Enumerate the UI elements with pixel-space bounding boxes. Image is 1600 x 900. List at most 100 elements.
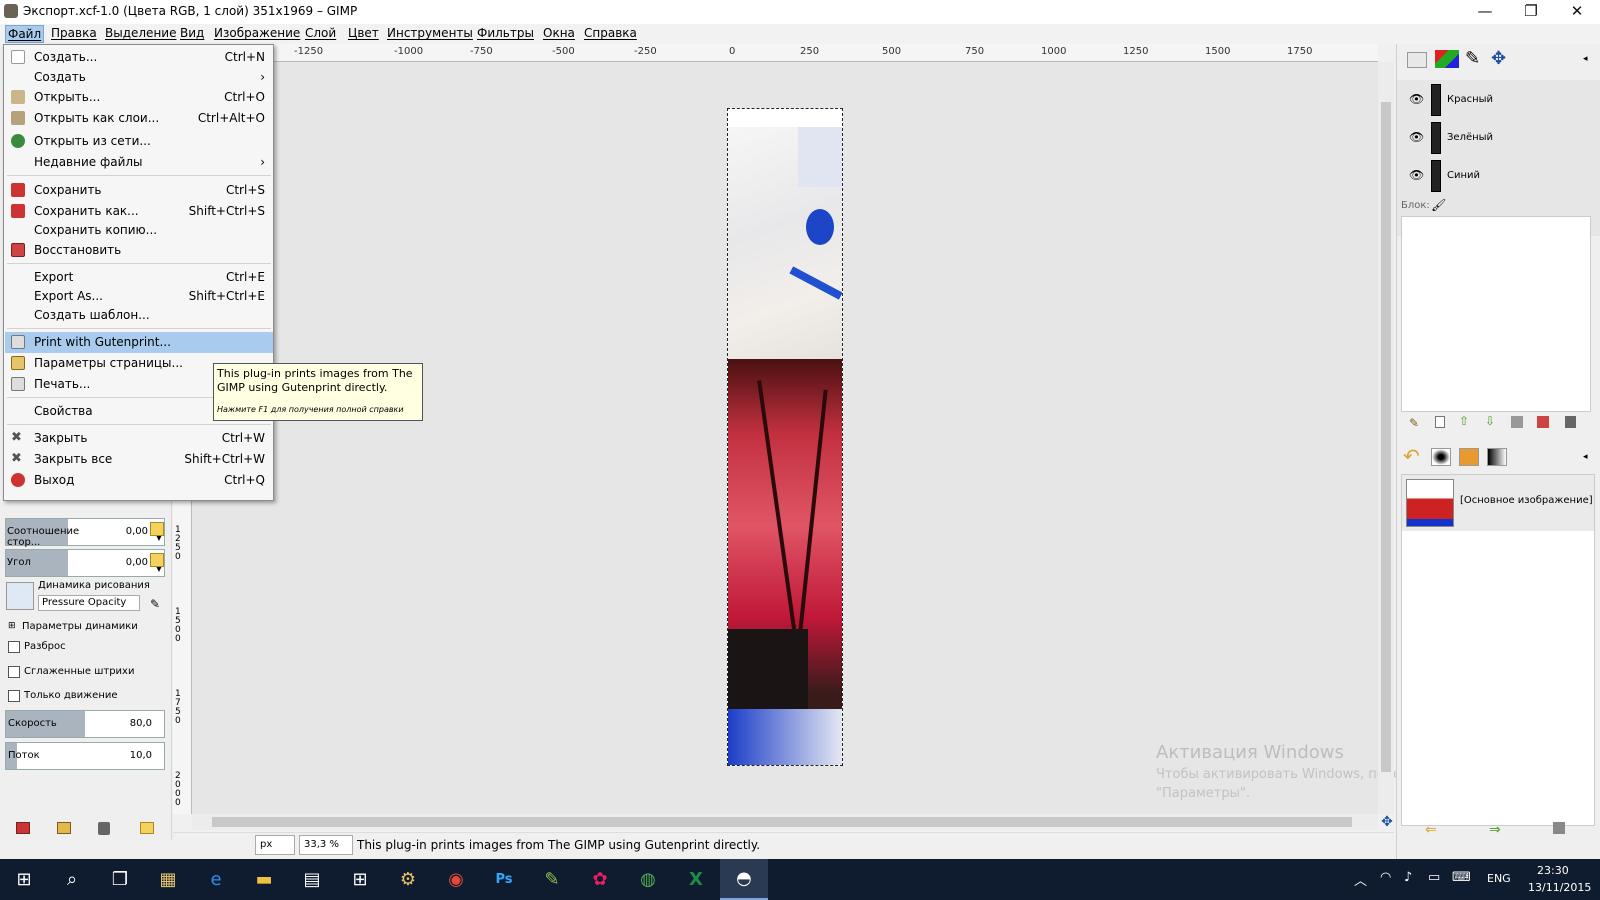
flow-slider[interactable]: Поток 10,0 — [5, 742, 165, 770]
language-indicator[interactable]: ENG — [1487, 872, 1511, 885]
gradients-tab-icon[interactable] — [1487, 448, 1507, 466]
menu-item-create-template[interactable]: Создать шаблон... — [5, 305, 273, 326]
channel-row-blue[interactable]: 👁 Синий — [1397, 158, 1600, 194]
menu-view[interactable]: Вид — [178, 25, 206, 43]
save-options-icon[interactable] — [16, 822, 30, 834]
horizontal-ruler[interactable]: -1250 -1000 -750 -500 -250 0 250 500 750… — [192, 44, 1378, 62]
menu-item-close[interactable]: ✖ Закрыть Ctrl+W — [5, 428, 273, 449]
clock-time[interactable]: 23:30 — [1537, 864, 1569, 877]
menu-item-print-gutenprint[interactable]: Print with Gutenprint... — [5, 332, 273, 353]
excel-icon[interactable]: X — [672, 859, 720, 900]
new-channel-icon[interactable] — [1435, 416, 1445, 428]
angle-field[interactable]: Угол 0,00 ▲▼ — [5, 549, 165, 577]
channels-tab-icon[interactable] — [1435, 50, 1459, 68]
eye-icon[interactable]: 👁 — [1409, 92, 1424, 106]
edge-browser-icon[interactable]: e — [192, 859, 240, 900]
volume-icon[interactable]: ♪ — [1404, 870, 1412, 885]
channel-to-selection-icon[interactable] — [1537, 416, 1549, 428]
scatter-checkbox[interactable] — [8, 641, 20, 653]
vertical-scroll-thumb[interactable] — [1381, 102, 1391, 772]
menu-select[interactable]: Выделение — [103, 25, 178, 43]
duplicate-channel-icon[interactable] — [1511, 416, 1523, 428]
menu-item-open[interactable]: Открыть... Ctrl+O — [5, 87, 273, 108]
settings-gear-icon[interactable]: ⚙ — [384, 859, 432, 900]
horizontal-scrollbar[interactable] — [192, 814, 1378, 830]
zoom-select[interactable]: 33,3 % — [299, 835, 353, 855]
menu-item-export[interactable]: Export Ctrl+E — [5, 267, 273, 288]
patterns-tab-icon[interactable] — [1459, 448, 1479, 466]
menu-windows[interactable]: Окна — [541, 25, 577, 43]
dock-menu-icon[interactable]: ◂ — [1583, 452, 1588, 462]
channel-row-red[interactable]: 👁 Красный — [1397, 82, 1600, 118]
undo-icon[interactable]: ⇐ — [1425, 822, 1437, 838]
channel-row-green[interactable]: 👁 Зелёный — [1397, 120, 1600, 156]
inkscape-icon[interactable]: ✎ — [528, 859, 576, 900]
chain-link-icon[interactable] — [150, 522, 164, 536]
gimp-taskbar-icon[interactable]: ◓ — [720, 859, 768, 900]
dynamics-select[interactable]: Pressure Opacity — [38, 595, 140, 611]
lock-pixels-icon[interactable]: 🖌 — [1431, 198, 1446, 212]
image-canvas[interactable]: Активация Windows Чтобы активировать Win… — [192, 62, 1507, 814]
menu-image[interactable]: Изображение — [212, 25, 302, 43]
menu-layer[interactable]: Слой — [303, 25, 338, 43]
dock-menu-icon[interactable]: ◂ — [1583, 54, 1588, 64]
menu-item-revert[interactable]: Восстановить — [5, 240, 273, 261]
unit-select[interactable]: px — [255, 835, 295, 855]
maximize-button[interactable]: ❐ — [1508, 0, 1554, 24]
eye-icon[interactable]: 👁 — [1409, 168, 1424, 182]
show-hidden-icons[interactable]: ︿ — [1354, 870, 1367, 889]
butterfly-image[interactable] — [727, 108, 843, 766]
menu-item-new[interactable]: Создать... Ctrl+N — [5, 47, 273, 68]
paths-tab-icon[interactable]: ✎ — [1465, 48, 1480, 69]
menu-item-quit[interactable]: Выход Ctrl+Q — [5, 470, 273, 491]
delete-channel-icon[interactable] — [1565, 416, 1576, 428]
notifications-icon[interactable]: ▭ — [1428, 870, 1440, 885]
search-icon[interactable]: ⌕ — [48, 859, 96, 900]
dynamics-params-expander[interactable]: Параметры динамики — [22, 621, 138, 632]
edit-dynamics-icon[interactable]: ✎ — [150, 597, 160, 611]
lower-channel-icon[interactable]: ⇩ — [1485, 414, 1495, 428]
reset-angle-icon[interactable] — [150, 553, 164, 567]
menu-colors[interactable]: Цвет — [346, 25, 381, 43]
restore-options-icon[interactable] — [57, 822, 71, 834]
store-icon[interactable]: ⊞ — [336, 859, 384, 900]
menu-edit[interactable]: Правка — [49, 25, 99, 43]
menu-item-create[interactable]: Создать › — [5, 67, 273, 88]
menu-item-export-as[interactable]: Export As... Shift+Ctrl+E — [5, 286, 273, 307]
history-row[interactable]: [Основное изображение] — [1402, 475, 1594, 531]
menu-item-open-location[interactable]: Открыть из сети... — [5, 131, 273, 152]
menu-item-save-copy[interactable]: Сохранить копию... — [5, 220, 273, 241]
menu-tools[interactable]: Инструменты — [385, 25, 475, 43]
menu-item-save[interactable]: Сохранить Ctrl+S — [5, 180, 273, 201]
vertical-scrollbar[interactable] — [1378, 62, 1394, 814]
edit-channel-icon[interactable]: ✎ — [1409, 416, 1419, 430]
menu-help[interactable]: Справка — [582, 25, 639, 43]
menu-filters[interactable]: Фильтры — [475, 25, 536, 43]
menu-item-recent[interactable]: Недавние файлы › — [5, 152, 273, 173]
brushes-tab-icon[interactable] — [1431, 448, 1451, 466]
reset-options-icon[interactable] — [140, 822, 154, 834]
menu-item-close-all[interactable]: ✖ Закрыть все Shift+Ctrl+W — [5, 449, 273, 470]
eye-icon[interactable]: 👁 — [1409, 130, 1424, 144]
calculator-icon[interactable]: ▤ — [288, 859, 336, 900]
minimize-button[interactable]: — — [1462, 0, 1508, 24]
navigate-icon[interactable]: ✥ — [1378, 814, 1396, 830]
network-icon[interactable]: ◠ — [1380, 870, 1391, 885]
menu-item-open-as-layers[interactable]: Открыть как слои... Ctrl+Alt+O — [5, 108, 273, 129]
photoshop-icon[interactable]: Ps — [480, 859, 528, 900]
clock-date[interactable]: 13/11/2015 — [1528, 881, 1591, 894]
dynamics-preview-icon[interactable] — [6, 582, 34, 610]
expand-icon[interactable]: ⊞ — [8, 621, 16, 631]
raise-channel-icon[interactable]: ⇧ — [1459, 414, 1469, 428]
file-explorer-pinned-icon[interactable]: ▦ — [144, 859, 192, 900]
smooth-strokes-checkbox[interactable] — [8, 666, 20, 678]
globe-app-icon[interactable]: ◍ — [624, 859, 672, 900]
redo-icon[interactable]: ⇒ — [1489, 822, 1501, 838]
layers-tab-icon[interactable] — [1407, 52, 1427, 68]
horizontal-scroll-thumb[interactable] — [212, 817, 1352, 827]
start-button[interactable]: ⊞ — [0, 859, 48, 900]
move-tab-icon[interactable]: ✥ — [1491, 48, 1506, 69]
chrome-browser-icon[interactable]: ◉ — [432, 859, 480, 900]
aspect-ratio-field[interactable]: Соотношение стор... 0,00 ▲▼ — [5, 518, 165, 548]
delete-options-icon[interactable] — [98, 822, 110, 835]
